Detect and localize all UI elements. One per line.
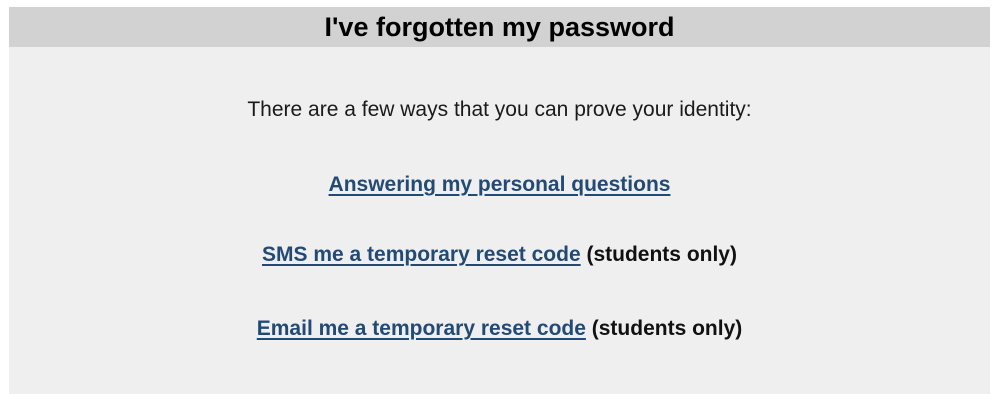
email-reset-code-link[interactable]: Email me a temporary reset code	[257, 317, 586, 340]
personal-questions-link[interactable]: Answering my personal questions	[329, 173, 671, 196]
option-personal-questions: Answering my personal questions	[9, 173, 990, 197]
page-title: I've forgotten my password	[324, 11, 675, 42]
students-only-note: (students only)	[591, 317, 743, 340]
option-email-reset: Email me a temporary reset code (student…	[9, 317, 990, 341]
students-only-note: (students only)	[586, 243, 737, 266]
sms-reset-code-link[interactable]: SMS me a temporary reset code	[262, 243, 581, 266]
option-sms-reset: SMS me a temporary reset code (students …	[9, 243, 990, 267]
panel-header: I've forgotten my password	[9, 7, 990, 47]
password-reset-panel: I've forgotten my password There are a f…	[9, 7, 990, 394]
intro-text: There are a few ways that you can prove …	[247, 98, 752, 121]
